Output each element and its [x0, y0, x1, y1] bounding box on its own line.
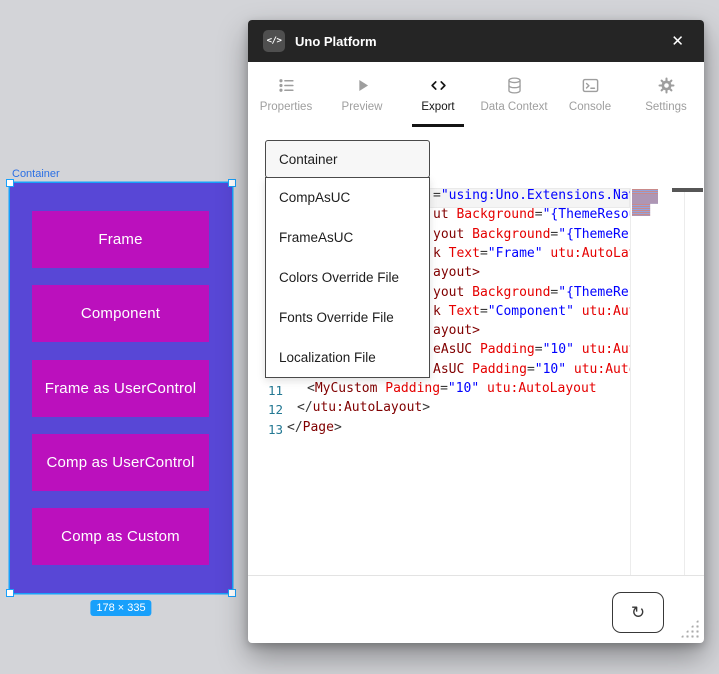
canvas-button-comp-as-custom[interactable]: Comp as Custom — [32, 508, 209, 565]
selection-handle-sw[interactable] — [6, 589, 14, 597]
dropdown-option-localization-file[interactable]: Localization File — [266, 337, 429, 377]
selection-handle-nw[interactable] — [6, 179, 14, 187]
canvas-button-component[interactable]: Component — [32, 285, 209, 342]
code-line: </utu:AutoLayout> — [287, 400, 630, 420]
dropdown-option-compasuc[interactable]: CompAsUC — [266, 178, 429, 218]
code-line: </Page> — [287, 420, 630, 440]
line-number: 13 — [265, 420, 283, 440]
frame-name-label[interactable]: Container — [12, 168, 60, 180]
dropdown-option-colors-override-file[interactable]: Colors Override File — [266, 258, 429, 298]
plugin-window: </> Uno Platform ✕ PropertiesPreviewExpo… — [248, 20, 704, 643]
dropdown-option-fonts-override-file[interactable]: Fonts Override File — [266, 297, 429, 337]
overview-ruler-cursor-mark — [672, 188, 703, 192]
container-frame[interactable]: Frame Component Frame as UserControl Comp a… — [10, 183, 232, 593]
selection-handle-ne[interactable] — [228, 179, 236, 187]
line-number: 11 — [265, 381, 283, 401]
export-file-options: CompAsUCFrameAsUCColors Override FileFon… — [265, 177, 430, 378]
canvas-button-comp-as-usercontrol[interactable]: Comp as UserControl — [32, 434, 209, 491]
canvas-button-frame[interactable]: Frame — [32, 211, 209, 268]
line-number: 12 — [265, 400, 283, 420]
export-file-select[interactable]: Container — [265, 140, 430, 178]
size-badge: 178 × 335 — [90, 600, 151, 616]
minimap-left-border — [630, 188, 631, 575]
dropdown-option-frameasuc[interactable]: FrameAsUC — [266, 218, 429, 258]
selection-handle-se[interactable] — [228, 589, 236, 597]
editor-right-border — [684, 188, 685, 575]
canvas-button-frame-as-usercontrol[interactable]: Frame as UserControl — [32, 360, 209, 417]
code-line: <MyCustom Padding="10" utu:AutoLayout — [287, 381, 630, 401]
